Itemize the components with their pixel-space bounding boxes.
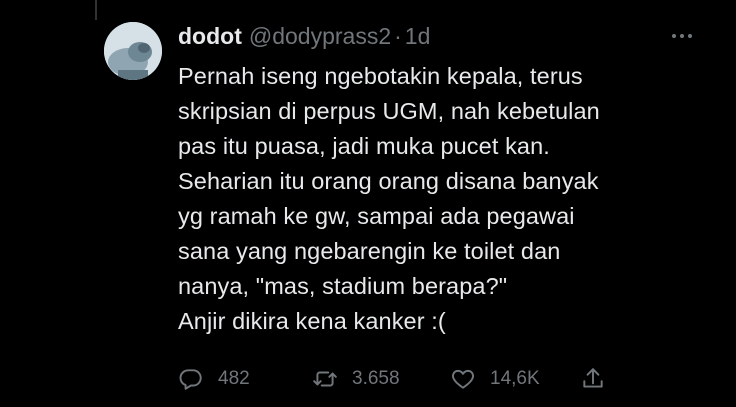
tweet-text-line: skripsian di perpus UGM, nah kebetulan	[178, 98, 600, 124]
tweet-text-line: nanya, "mas, stadium berapa?"	[178, 273, 508, 299]
author-display-name[interactable]: dodot	[178, 20, 242, 52]
reply-bubble-icon	[179, 369, 202, 390]
more-dots-icon[interactable]	[666, 26, 698, 46]
tweet-text: Pernah iseng ngebotakin kepala, terus sk…	[178, 59, 726, 339]
retweet-button[interactable]: 3.658	[312, 362, 400, 396]
tweet-text-line: sana yang ngebarengin ke toilet dan	[178, 238, 561, 264]
retweet-icon	[313, 371, 337, 387]
tweet-text-line: pas itu puasa, jadi muka pucet kan.	[178, 133, 550, 159]
tweet-text-line: Pernah iseng ngebotakin kepala, terus	[178, 63, 583, 89]
tweet-header: dodot @dodyprass2 · 1d	[178, 20, 430, 52]
reply-button[interactable]: 482	[178, 362, 250, 396]
reply-count: 482	[218, 368, 250, 389]
like-count: 14,6K	[490, 368, 540, 389]
thread-connector-line	[95, 0, 97, 20]
share-icon	[583, 368, 603, 388]
avatar[interactable]	[104, 22, 162, 80]
avatar-image	[104, 22, 162, 80]
tweet-text-line: Seharian itu orang orang disana banyak	[178, 168, 599, 194]
tweet-action-bar: 482 3.658 14,6K	[178, 362, 628, 396]
tweet-timestamp[interactable]: 1d	[405, 20, 431, 52]
heart-icon	[452, 369, 474, 389]
retweet-count: 3.658	[352, 368, 400, 389]
header-separator: ·	[394, 23, 402, 49]
share-button[interactable]	[580, 362, 606, 396]
tweet-text-line: yg ramah ke gw, sampai ada pegawai	[178, 203, 575, 229]
author-handle[interactable]: @dodyprass2	[249, 20, 391, 52]
tweet-text-line: Anjir dikira kena kanker :(	[178, 308, 446, 334]
like-button[interactable]: 14,6K	[450, 362, 540, 396]
